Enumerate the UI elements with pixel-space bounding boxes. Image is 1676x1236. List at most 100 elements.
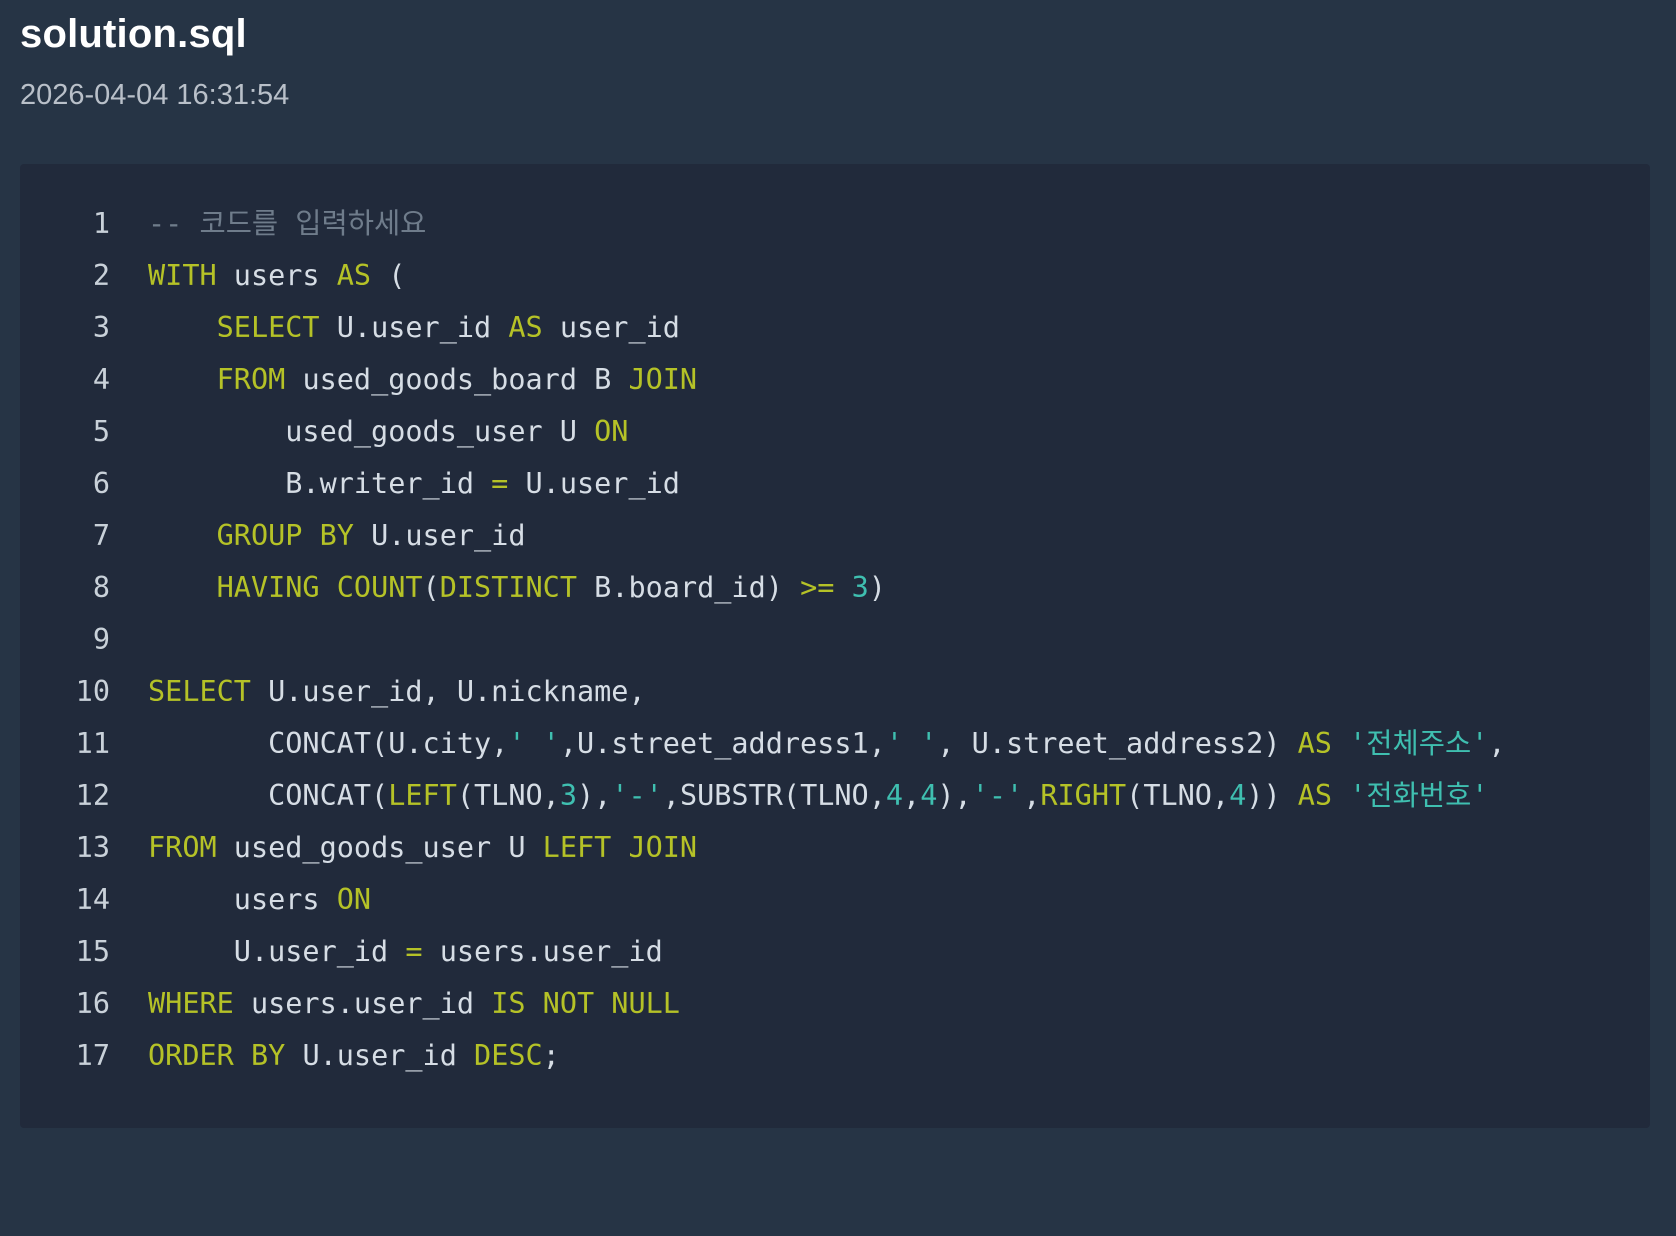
code-token: ; — [542, 1039, 560, 1072]
code-token: (TLNO, — [456, 779, 560, 812]
code-token: U.user_id — [353, 519, 526, 552]
line-code: -- 코드를 입력하세요 — [148, 198, 426, 250]
line-number: 10 — [75, 675, 110, 708]
code-token: B.board_id) — [577, 571, 801, 604]
line-number: 11 — [75, 727, 110, 760]
code-token: , U.street_address2) — [937, 727, 1298, 760]
code-token: ' ' — [508, 727, 560, 760]
code-token: 3 — [559, 779, 577, 812]
code-token: 3 — [851, 571, 869, 604]
code-token: , — [903, 779, 921, 812]
code-token: JOIN — [628, 363, 698, 396]
code-token: LEFT JOIN — [542, 831, 698, 864]
code-line: 5 used_goods_user U ON — [20, 406, 1650, 458]
line-code: ORDER BY U.user_id DESC; — [148, 1030, 560, 1082]
code-token: AS — [1297, 779, 1333, 812]
code-token: ( — [371, 259, 406, 292]
code-token: U.user_id, U.nickname, — [250, 675, 646, 708]
line-number: 13 — [75, 831, 110, 864]
code-line: 10 SELECT U.user_id, U.nickname, — [20, 666, 1650, 718]
code-token: 4 — [920, 779, 938, 812]
line-number: 1 — [92, 207, 110, 240]
code-line: 4 FROM used_goods_board B JOIN — [20, 354, 1650, 406]
line-number: 6 — [92, 467, 110, 500]
line-number: 16 — [75, 987, 110, 1020]
code-token: used_goods_user U — [148, 415, 595, 448]
file-timestamp: 2026-04-04 16:31:54 — [20, 79, 290, 111]
code-token: CONCAT(U.city, — [148, 727, 509, 760]
code-line: 6 B.writer_id = U.user_id — [20, 458, 1650, 510]
line-code: CONCAT(U.city,' ',U.street_address1,' ',… — [148, 718, 1506, 770]
code-token: U.user_id — [508, 467, 680, 500]
code-token: ,SUBSTR(TLNO, — [662, 779, 886, 812]
code-token: ,U.street_address1, — [559, 727, 886, 760]
code-line: 14 users ON — [20, 874, 1650, 926]
code-token: CONCAT( — [148, 779, 389, 812]
line-code: WHERE users.user_id IS NOT NULL — [148, 978, 680, 1030]
line-code: HAVING COUNT(DISTINCT B.board_id) >= 3) — [148, 562, 886, 614]
code-token: SELECT — [216, 311, 320, 344]
code-token: DISTINCT — [439, 571, 577, 604]
code-line: 15 U.user_id = users.user_id — [20, 926, 1650, 978]
code-token: -- 코드를 입력하세요 — [148, 207, 427, 240]
code-token: '전체주소' — [1349, 727, 1489, 760]
line-code: U.user_id = users.user_id — [148, 926, 663, 978]
code-token: RIGHT — [1040, 779, 1127, 812]
line-code: CONCAT(LEFT(TLNO,3),'-',SUBSTR(TLNO,4,4)… — [148, 770, 1488, 822]
code-token: U.user_id — [285, 1039, 475, 1072]
code-token: , — [1488, 727, 1506, 760]
code-line: 11 CONCAT(U.city,' ',U.street_address1, '… — [20, 718, 1650, 770]
code-token: FROM — [216, 363, 286, 396]
code-line: 2 WITH users AS ( — [20, 250, 1650, 302]
line-number: 9 — [92, 623, 110, 656]
code-line: 12 CONCAT(LEFT(TLNO,3),'-',SUBSTR(TLNO,4… — [20, 770, 1650, 822]
code-token: users — [216, 259, 337, 292]
line-code: B.writer_id = U.user_id — [148, 458, 680, 510]
file-title: solution.sql — [20, 12, 247, 56]
code-line: 17 ORDER BY U.user_id DESC; — [20, 1030, 1650, 1082]
code-token: ) — [868, 571, 886, 604]
code-token: = — [491, 467, 509, 500]
line-number: 2 — [92, 259, 110, 292]
code-token: U.user_id — [148, 935, 406, 968]
code-token: GROUP BY — [216, 519, 354, 552]
code-token: LEFT — [388, 779, 457, 812]
line-number: 7 — [92, 519, 110, 552]
line-code: GROUP BY U.user_id — [148, 510, 526, 562]
code-token: HAVING COUNT — [216, 571, 423, 604]
line-code: users ON — [148, 874, 371, 926]
code-token: users — [148, 883, 337, 916]
code-token: '전화번호' — [1349, 779, 1489, 812]
line-code: SELECT U.user_id AS user_id — [148, 302, 680, 354]
code-token: ON — [594, 415, 629, 448]
line-number: 3 — [92, 311, 110, 344]
code-token: , — [1023, 779, 1041, 812]
line-code: WITH users AS ( — [148, 250, 405, 302]
line-code: used_goods_user U ON — [148, 406, 628, 458]
code-line: 16 WHERE users.user_id IS NOT NULL — [20, 978, 1650, 1030]
line-code: SELECT U.user_id, U.nickname, — [148, 666, 646, 718]
code-line: 3 SELECT U.user_id AS user_id — [20, 302, 1650, 354]
line-number: 15 — [75, 935, 110, 968]
code-token: users.user_id — [422, 935, 663, 968]
code-token: used_goods_board B — [285, 363, 629, 396]
code-token: 4 — [885, 779, 904, 812]
code-token: ON — [336, 883, 372, 916]
code-token: AS — [1297, 727, 1332, 760]
code-block: 1 -- 코드를 입력하세요 2 WITH users AS (3 SELECT U.… — [20, 164, 1650, 1128]
code-token: WHERE — [148, 987, 234, 1020]
code-token: )) — [1246, 779, 1298, 812]
line-number: 17 — [75, 1039, 110, 1072]
code-token: IS NOT NULL — [491, 987, 680, 1020]
code-token: B.writer_id — [148, 467, 492, 500]
line-code: FROM used_goods_user U LEFT JOIN — [148, 822, 697, 874]
code-token: ( — [422, 571, 440, 604]
code-token: DESC — [474, 1039, 543, 1072]
code-token: ORDER BY — [148, 1039, 286, 1072]
